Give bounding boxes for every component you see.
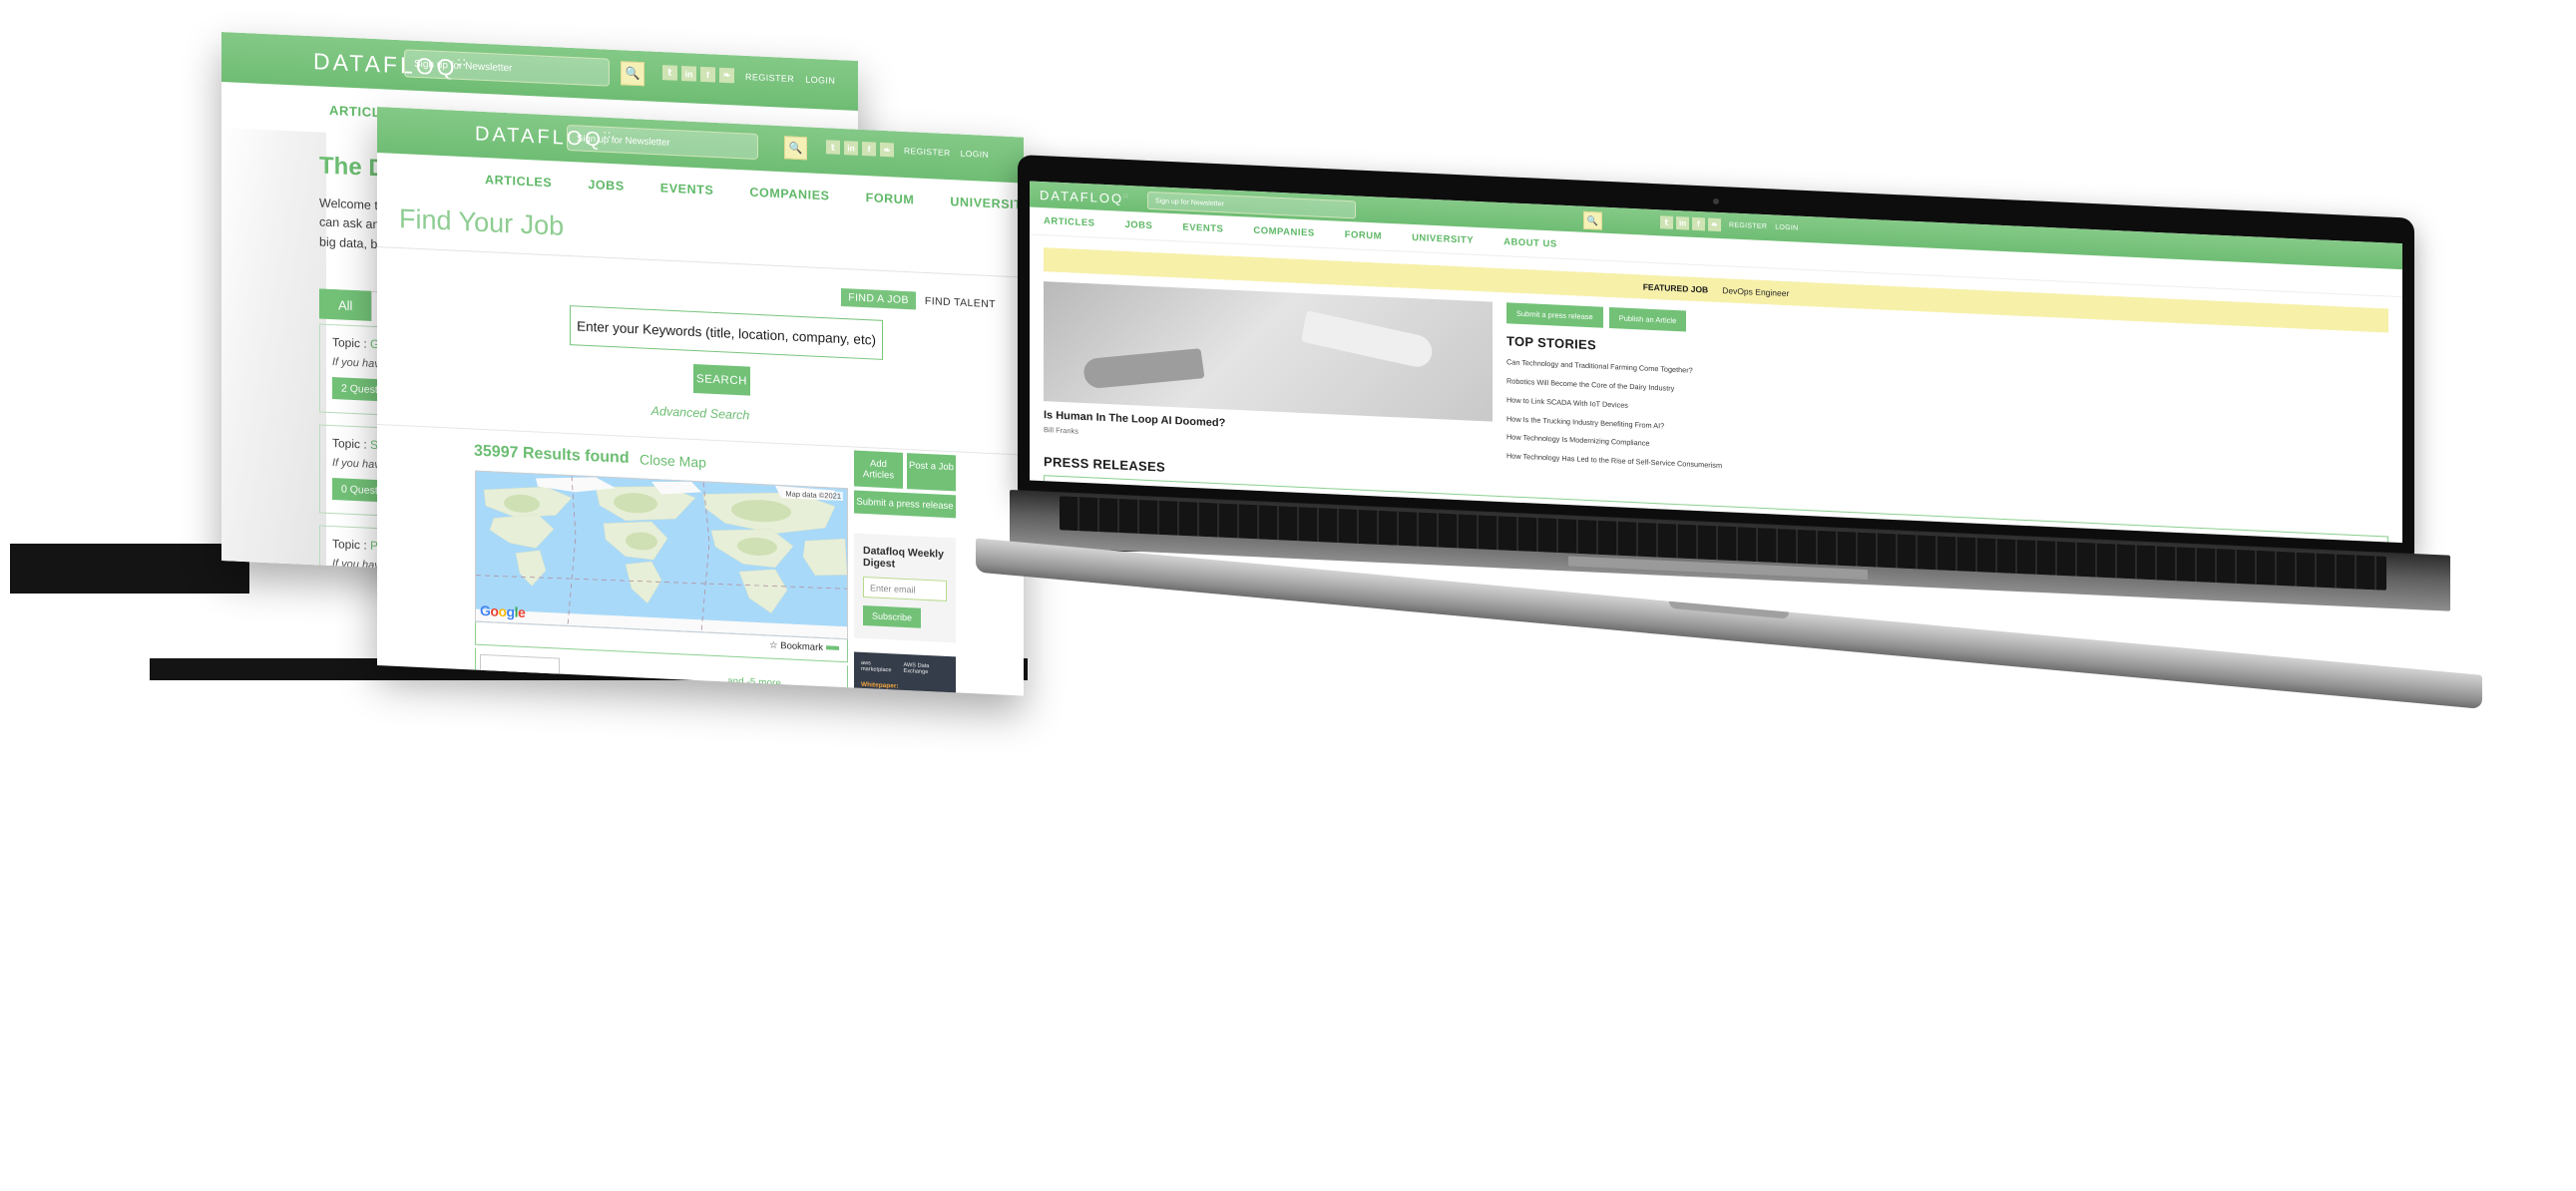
nav-item-forum[interactable]: FORUM (1345, 229, 1382, 242)
aws-data-exchange-logo: AWS Data Exchange (903, 661, 930, 676)
nav-item-university[interactable]: UNIVERSITY (950, 195, 1024, 212)
facebook-icon[interactable]: f (1692, 216, 1705, 231)
topic-prefix: Topic : (332, 436, 367, 452)
topic-prefix: Topic : (332, 537, 367, 553)
newsletter-input[interactable]: Sign up for Newsletter (567, 124, 758, 161)
featured-job-title[interactable]: DevOps Engineer (1722, 285, 1789, 298)
bookmark-button[interactable]: ☆ Bookmark (769, 640, 839, 654)
nav-item-companies[interactable]: COMPANIES (749, 186, 829, 203)
laptop-screen[interactable]: DATAFLOQ∷ Sign up for Newsletter 🔍 𝕥 in … (1030, 181, 2402, 544)
submit-press-release-button[interactable]: Submit a press release (1506, 302, 1603, 328)
laptop-notch (1669, 600, 1789, 619)
search-icon[interactable]: 🔍 (1583, 210, 1602, 230)
rss-icon[interactable]: ❧ (719, 67, 734, 84)
subscribe-button[interactable]: Subscribe (863, 604, 922, 628)
newsletter-input[interactable]: Sign up for Newsletter (404, 49, 610, 87)
login-link[interactable]: LOGIN (805, 74, 835, 85)
tab-all[interactable]: All (319, 288, 372, 321)
email-placeholder: Enter email (870, 582, 916, 595)
newsletter-placeholder: Sign up for Newsletter (414, 58, 513, 74)
hero-article[interactable]: Is Human In The Loop AI Doomed? Bill Fra… (1044, 281, 1493, 461)
search-input[interactable]: Enter your Keywords (title, location, co… (570, 305, 883, 360)
twitter-icon[interactable]: 𝕥 (1660, 215, 1673, 229)
nav-item-events[interactable]: EVENTS (660, 181, 714, 198)
bookmark-label: Bookmark (780, 640, 823, 654)
social-links: 𝕥 in f ❧ REGISTER LOGIN (1660, 215, 1798, 234)
robot-hand-shape (1301, 310, 1435, 370)
add-articles-button[interactable]: Add Articles (854, 450, 903, 489)
laptop-lid: DATAFLOQ∷ Sign up for Newsletter 🔍 𝕥 in … (1018, 155, 2414, 556)
human-hand-shape (1081, 348, 1205, 390)
webcam-icon (1713, 198, 1719, 204)
map-view[interactable]: Map data ©2021 Google (475, 470, 848, 640)
hero-image (1044, 281, 1493, 422)
more-link[interactable]: and -5 more (592, 689, 645, 695)
laptop-device: DATAFLOQ∷ Sign up for Newsletter 🔍 𝕥 in … (976, 155, 2482, 709)
search-icon[interactable]: 🔍 (784, 136, 807, 161)
close-map-link[interactable]: Close Map (640, 451, 706, 470)
window-jobs[interactable]: DATAFLOQ∷ Sign up for Newsletter 🔍 𝕥 in … (377, 107, 1024, 696)
login-link[interactable]: LOGIN (961, 149, 989, 160)
composition-stage: DATAFLOQ∷ Sign up for Newsletter 🔍 𝕥 in … (0, 0, 2576, 1191)
forum-left-gradient (221, 128, 326, 566)
aws-marketplace-logo: aws marketplace (861, 659, 892, 674)
datafloq-logo[interactable]: DATAFLOQ∷ (1040, 188, 1129, 206)
rss-icon[interactable]: ❧ (880, 142, 894, 158)
search-input-value: Enter your Keywords (title, location, co… (577, 317, 876, 348)
nav-item-events[interactable]: EVENTS (1182, 222, 1223, 235)
newsletter-digest-card: Datafloq Weekly Digest Enter email Subsc… (854, 533, 956, 643)
google-logo: Google (480, 601, 526, 620)
rss-icon[interactable]: ❧ (1708, 217, 1721, 232)
social-links: 𝕥 in f ❧ REGISTER LOGIN (662, 65, 835, 88)
newsletter-placeholder: Sign up for Newsletter (1155, 197, 1224, 207)
tab-find-talent[interactable]: FIND TALENT (925, 295, 996, 310)
tab-find-a-job[interactable]: FIND A JOB (841, 287, 916, 310)
featured-job-label: FEATURED JOB (1642, 281, 1709, 295)
register-link[interactable]: REGISTER (745, 71, 794, 83)
nav-item-forum[interactable]: FORUM (866, 191, 915, 206)
divider (377, 246, 1024, 278)
nav-item-jobs[interactable]: JOBS (588, 178, 624, 194)
bookmark-dash-icon (826, 645, 839, 651)
facebook-icon[interactable]: f (862, 141, 876, 157)
facebook-icon[interactable]: f (700, 66, 715, 83)
publish-an-article-button[interactable]: Publish an Article (1608, 306, 1687, 332)
results-count: 35997 Results found (474, 442, 630, 467)
linkedin-icon[interactable]: in (844, 141, 858, 156)
twitter-icon[interactable]: 𝕥 (662, 65, 677, 81)
twitter-icon[interactable]: 𝕥 (826, 140, 840, 155)
page-title: Find Your Job (399, 203, 565, 241)
sidebar-action-row: Add Articles Post a Job (854, 450, 956, 492)
submit-press-release-button[interactable]: Submit a press release (854, 490, 956, 519)
nav-item-companies[interactable]: COMPANIES (1253, 225, 1314, 239)
logo-text: DATAFLOQ (1040, 188, 1124, 206)
login-link[interactable]: LOGIN (1775, 224, 1798, 232)
linkedin-icon[interactable]: in (1676, 216, 1689, 230)
register-link[interactable]: REGISTER (1729, 221, 1767, 230)
linkedin-icon[interactable]: in (681, 65, 696, 82)
logo-dots-icon: ∷ (1123, 193, 1130, 200)
nav-item-jobs[interactable]: JOBS (1125, 219, 1153, 231)
topic-prefix: Topic : (332, 335, 367, 351)
job-type-tabs: FIND A JOB FIND TALENT (841, 287, 996, 313)
nav-item-about-us[interactable]: ABOUT US (1503, 236, 1557, 249)
jobs-sidebar: Add Articles Post a Job Submit a press r… (854, 450, 956, 696)
email-field[interactable]: Enter email (863, 576, 947, 601)
register-link[interactable]: REGISTER (904, 146, 951, 158)
nav-item-articles[interactable]: ARTICLES (485, 173, 552, 190)
post-a-job-button[interactable]: Post a Job (907, 453, 956, 492)
top-stories-column: Submit a press release Publish an Articl… (1506, 302, 2388, 501)
more-link[interactable]: and -5 more (727, 692, 781, 696)
social-links: 𝕥 in f ❧ REGISTER LOGIN (826, 140, 989, 162)
advertisement-banner[interactable]: aws marketplace AWS Data Exchange Whitep… (854, 651, 956, 696)
nav-item-articles[interactable]: ARTICLES (1044, 215, 1095, 228)
search-button[interactable]: SEARCH (693, 363, 750, 396)
nav-item-university[interactable]: UNIVERSITY (1412, 232, 1474, 246)
more-link[interactable]: and -5 more (727, 676, 781, 690)
search-icon[interactable]: 🔍 (621, 61, 644, 87)
digest-title: Datafloq Weekly Digest (863, 544, 944, 571)
newsletter-placeholder: Sign up for Newsletter (577, 132, 670, 149)
shadow-left (10, 544, 249, 594)
